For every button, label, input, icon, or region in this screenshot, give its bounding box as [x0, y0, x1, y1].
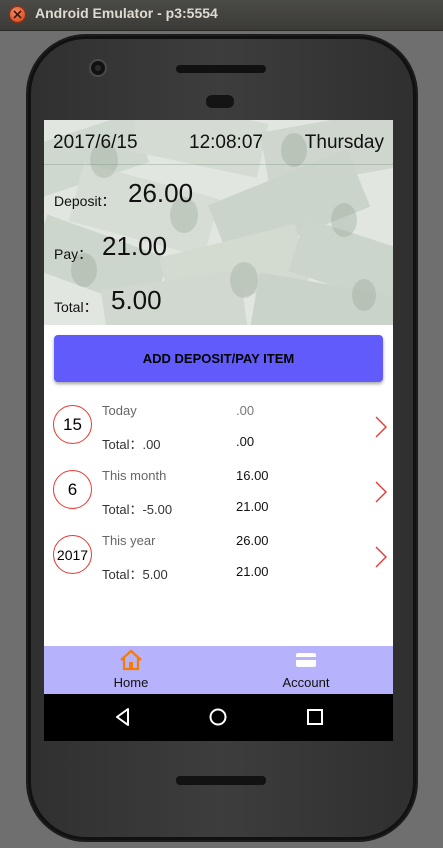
month-badge: 6 — [53, 470, 92, 509]
home-icon — [120, 649, 142, 671]
period-label: Today — [102, 403, 137, 418]
current-weekday: Thursday — [304, 132, 384, 153]
period-pay-value: 21.00 — [236, 499, 269, 514]
period-deposit-value: 16.00 — [236, 468, 269, 483]
period-deposit-value: .00 — [236, 403, 255, 418]
top-speaker-grille — [176, 65, 266, 73]
chevron-right-icon[interactable] — [374, 481, 388, 503]
current-date: 2017/6/15 — [53, 132, 138, 153]
tab-home[interactable]: Home — [44, 646, 218, 694]
android-nav-bar — [44, 694, 393, 741]
tab-account[interactable]: Account — [219, 646, 393, 694]
period-pay-value: 21.00 — [236, 564, 269, 579]
window-titlebar: Android Emulator - p3:5554 — [0, 0, 443, 31]
home-circle-icon[interactable] — [207, 706, 229, 728]
chevron-right-icon[interactable] — [374, 416, 388, 438]
period-deposit-value: 26.00 — [236, 533, 269, 548]
chevron-right-icon[interactable] — [374, 546, 388, 568]
add-deposit-pay-button[interactable]: ADD DEPOSIT/PAY ITEM — [54, 335, 383, 382]
tab-home-label: Home — [113, 675, 149, 690]
deposit-label: Deposit： — [54, 193, 116, 209]
earpiece-icon — [206, 95, 234, 108]
total-label: Total： — [54, 299, 98, 315]
card-icon — [296, 653, 316, 667]
deposit-value: 26.00 — [128, 178, 194, 208]
close-icon — [13, 10, 22, 19]
year-badge: 2017 — [53, 535, 92, 574]
front-camera-icon — [91, 61, 105, 75]
period-pay-value: .00 — [236, 434, 255, 449]
bottom-tab-bar: Home Account — [44, 646, 393, 694]
period-total-label: Total：-5.00 — [102, 502, 173, 517]
period-total-label: Total：.00 — [102, 437, 161, 452]
period-label: This year — [102, 533, 156, 548]
period-label: This month — [102, 468, 167, 483]
total-value: 5.00 — [111, 285, 162, 315]
tab-account-label: Account — [282, 675, 330, 690]
pay-value: 21.00 — [102, 231, 168, 261]
stats-row-month[interactable]: 6 This month 16.00 Total：-5.00 21.00 — [44, 462, 393, 526]
window-close-button[interactable] — [9, 6, 26, 23]
pay-label: Pay： — [54, 246, 93, 262]
day-badge: 15 — [53, 405, 92, 444]
stats-row-year[interactable]: 2017 This year 26.00 Total：5.00 21.00 — [44, 527, 393, 591]
period-total-label: Total：5.00 — [102, 567, 168, 582]
window-title: Android Emulator - p3:5554 — [35, 5, 218, 21]
summary-header: 2017/6/15 12:08:07 Thursday Deposit： 26.… — [44, 120, 393, 325]
stats-row-today[interactable]: 15 Today .00 Total：.00 .00 — [44, 397, 393, 461]
back-icon[interactable] — [112, 706, 134, 728]
app-screen: 2017/6/15 12:08:07 Thursday Deposit： 26.… — [44, 120, 393, 741]
bottom-speaker-grille — [176, 776, 266, 785]
current-time: 12:08:07 — [189, 132, 263, 153]
header-divider — [44, 164, 393, 165]
recents-icon[interactable] — [304, 706, 326, 728]
